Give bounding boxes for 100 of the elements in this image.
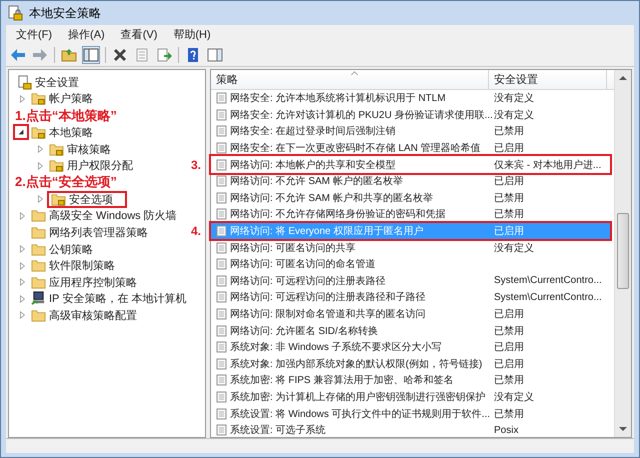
scroll-down-icon[interactable]	[619, 427, 627, 432]
locked-folder-icon	[31, 91, 46, 106]
up-folder-icon[interactable]	[61, 47, 77, 63]
collapsed-arrow-icon[interactable]	[18, 245, 26, 254]
tree-item[interactable]: 本地策略	[29, 124, 95, 140]
collapsed-arrow-icon[interactable]	[18, 212, 26, 220]
tree-item[interactable]: IP 安全策略，在 本地计算机	[29, 290, 188, 307]
policy-row[interactable]: 网络访问: 可匿名访问的共享 没有定义	[211, 239, 610, 256]
menu-item[interactable]: 帮助(H)	[167, 26, 217, 43]
collapsed-arrow-icon[interactable]	[18, 278, 26, 286]
policy-row[interactable]: 网络访问: 可匿名访问的命名管道	[211, 256, 610, 273]
tree-pane-icon[interactable]	[83, 47, 99, 63]
policy-setting: 已启用	[494, 358, 525, 371]
collapsed-arrow-icon[interactable]	[36, 145, 44, 154]
tree-item[interactable]: 用户权限分配	[47, 158, 135, 174]
tree-item[interactable]: 高级审核策略配置	[29, 307, 139, 324]
policy-row[interactable]: 网络安全: 在下一次更改密码时不存储 LAN 管理器哈希值 已启用	[211, 140, 610, 156]
policy-row[interactable]: 系统设置: 将 Windows 可执行文件中的证书规则用于软件... 已禁用	[211, 405, 610, 422]
policy-icon	[216, 142, 228, 154]
policy-row[interactable]: 网络访问: 不允许 SAM 帐户和共享的匿名枚举 已禁用	[211, 190, 610, 206]
policy-icon	[216, 308, 228, 320]
collapsed-arrow-icon[interactable]	[18, 311, 26, 320]
policy-setting: 没有定义	[494, 92, 535, 106]
policy-row[interactable]: 系统加密: 将 FIPS 兼容算法用于加密、哈希和签名 已禁用	[211, 372, 610, 389]
scrollbar[interactable]	[614, 70, 631, 437]
menu-item[interactable]: 文件(F)	[10, 26, 58, 43]
locked-folder-icon	[51, 192, 66, 207]
export-list-icon[interactable]	[156, 47, 172, 63]
policy-setting: 没有定义	[494, 390, 535, 404]
policy-setting: 已禁用	[494, 124, 525, 138]
step-number: 3.	[191, 158, 202, 172]
policy-icon	[216, 242, 228, 254]
policy-setting: 已启用	[494, 340, 525, 354]
delete-icon[interactable]	[112, 47, 128, 63]
tree-item[interactable]: 公钥策略	[29, 241, 95, 258]
policy-row[interactable]: 网络访问: 可远程访问的注册表路径和子路径 System\CurrentContro...	[211, 289, 610, 306]
column-header[interactable]: 安全设置	[489, 70, 607, 89]
policy-setting: Posix	[494, 424, 520, 436]
folder-icon	[31, 274, 46, 290]
collapsed-arrow-icon[interactable]	[18, 262, 26, 270]
policy-setting: 仅来宾 - 对本地用户进...	[494, 158, 602, 172]
policy-icon	[216, 408, 228, 420]
policy-setting: System\CurrentContro...	[494, 275, 603, 286]
policy-row[interactable]: 网络安全: 允许本地系统将计算机标识用于 NTLM 没有定义	[211, 90, 610, 107]
menu-item[interactable]: 查看(V)	[114, 26, 164, 43]
policy-icon	[216, 390, 228, 403]
policy-icon	[216, 258, 228, 270]
policy-row[interactable]: 系统对象: 加强内部系统对象的默认权限(例如，符号链接) 已启用	[211, 356, 610, 372]
properties-icon[interactable]	[134, 47, 150, 63]
policy-name: 网络访问: 可匿名访问的共享	[230, 242, 357, 255]
step-number: 4.	[191, 224, 202, 238]
policy-name: 网络访问: 可远程访问的注册表路径和子路径	[230, 290, 427, 304]
scroll-up-icon[interactable]	[619, 75, 627, 80]
policy-row[interactable]: 网络安全: 允许对该计算机的 PKU2U 身份验证请求使用联...没有定义	[211, 106, 610, 124]
tree-item[interactable]: 审核策略	[47, 141, 113, 158]
policy-name: 网络访问: 本地帐户的共享和安全模型	[230, 158, 397, 172]
expanded-arrow-icon[interactable]	[17, 128, 25, 136]
policy-icon	[216, 158, 228, 171]
column-header[interactable]: 策略	[211, 70, 489, 89]
policy-icon	[216, 324, 228, 337]
policy-row[interactable]: 系统设置: 可选子系统 Posix	[211, 422, 610, 438]
folder-icon	[31, 224, 46, 240]
help-icon[interactable]	[185, 47, 201, 63]
policy-name: 网络访问: 限制对命名管道和共享的匿名访问	[230, 308, 427, 322]
policy-row[interactable]: 网络安全: 在超过登录时间后强制注销 已禁用	[211, 123, 610, 140]
policy-icon	[216, 358, 228, 370]
scroll-thumb[interactable]	[617, 213, 629, 290]
policy-icon	[216, 108, 228, 121]
policy-row[interactable]: 网络访问: 不允许存储网络身份验证的密码和凭据 已禁用	[211, 206, 610, 223]
tree-item[interactable]: 安全选项	[47, 190, 127, 208]
policy-row[interactable]: 网络访问: 限制对命名管道和共享的匿名访问 已启用	[211, 306, 610, 322]
policy-row[interactable]: 网络访问: 不允许 SAM 帐户的匿名枚举 已启用	[211, 172, 610, 190]
policy-icon	[216, 125, 228, 138]
policy-icon	[216, 92, 228, 104]
folder-icon	[31, 242, 46, 257]
tree-item[interactable]: 网络列表管理器策略	[29, 224, 150, 240]
collapsed-arrow-icon[interactable]	[36, 195, 44, 204]
policy-row[interactable]: 系统对象: 非 Windows 子系统不要求区分大小写 已启用	[211, 338, 610, 356]
policy-setting: 没有定义	[494, 108, 535, 122]
collapsed-arrow-icon[interactable]	[36, 162, 44, 170]
policy-name: 系统设置: 可选子系统	[230, 424, 327, 438]
collapsed-arrow-icon[interactable]	[18, 294, 26, 303]
policy-row[interactable]: 网络访问: 可远程访问的注册表路径 System\CurrentContro...	[211, 272, 610, 290]
tree-item[interactable]: 安全设置	[15, 74, 81, 90]
policy-icon	[216, 175, 228, 188]
back-arrow-icon[interactable]	[10, 47, 26, 63]
policy-name: 网络安全: 允许对该计算机的 PKU2U 身份验证请求使用联...	[230, 108, 494, 122]
collapsed-arrow-icon[interactable]	[18, 94, 26, 103]
policy-name: 网络访问: 不允许 SAM 帐户和共享的匿名枚举	[230, 192, 434, 205]
action-pane-icon[interactable]	[207, 47, 223, 63]
policy-name: 网络访问: 不允许存储网络身份验证的密码和凭据	[230, 208, 447, 222]
policy-row[interactable]: 系统加密: 为计算机上存储的用户密钥强制进行强密钥保护 没有定义	[211, 388, 610, 406]
policy-row[interactable]: 网络访问: 允许匿名 SID/名称转换 已禁用	[211, 322, 610, 339]
tree-item[interactable]: 帐户策略	[29, 90, 95, 107]
tree-item[interactable]: 高级安全 Windows 防火墙	[29, 208, 179, 224]
menu-item[interactable]: 操作(A)	[62, 26, 111, 43]
window-title: 本地安全策略	[29, 4, 101, 22]
tree-item[interactable]: 应用程序控制策略	[29, 274, 139, 290]
tree-item[interactable]: 软件限制策略	[29, 258, 117, 274]
forward-arrow-icon[interactable]	[32, 47, 48, 63]
